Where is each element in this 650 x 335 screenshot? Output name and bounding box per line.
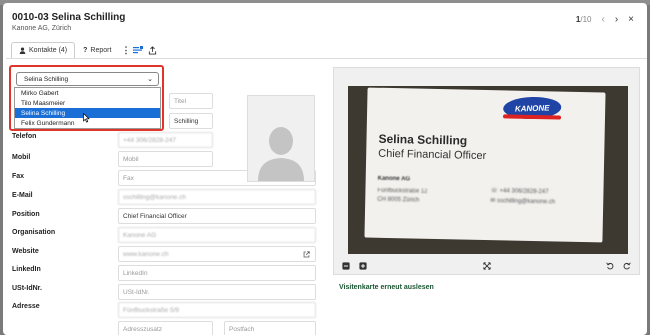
card-address: Fünfbuckstraße 12 CH 8005 Zürich [377,187,427,206]
external-link-icon[interactable] [303,251,310,258]
chevron-left-icon[interactable]: ‹ [601,14,604,24]
linkedin-field[interactable]: LinkedIn [118,265,316,281]
website-field[interactable]: www.kanone.ch [118,246,316,262]
postfach-field[interactable]: Postfach [224,321,316,335]
tab-report[interactable]: ? Report [75,42,120,58]
person-icon [19,47,26,54]
scan-card-icon[interactable] [132,44,144,56]
ustid-field[interactable]: USt-IdNr. [118,284,316,300]
telefon-field[interactable]: +44 306/2828-247 [118,132,213,148]
label-position: Position [12,211,40,218]
card-phone: +44 306/2828-247 [499,188,549,196]
avatar-placeholder-icon [258,127,304,181]
contact-select-highlight: Selina Schilling ⌄ Mirko Gabert Tilo Maa… [9,65,164,131]
rotate-left-icon[interactable] [606,262,614,270]
tab-kontakte[interactable]: Kontakte (4) [11,42,76,58]
more-vertical-icon[interactable]: ⋮ [121,45,130,56]
business-card: KANONE Selina Schilling Chief Financial … [364,87,606,243]
fullscreen-icon[interactable] [483,262,491,270]
zoom-in-icon[interactable] [359,262,367,270]
phone-icon: ☏ [490,188,500,195]
nachname-field[interactable]: Schilling [169,113,213,129]
modal-subtitle: Kanone AG, Zürich [12,25,72,32]
close-icon[interactable]: × [628,14,634,24]
label-mobil: Mobil [12,154,31,161]
label-telefon: Telefon [12,133,37,140]
pager: 1/10 ‹ › × [575,14,634,24]
modal-title: 0010-03 Selina Schilling [12,12,126,23]
organisation-field[interactable]: Kanone AG [118,227,316,243]
label-adresse: Adresse [12,303,40,310]
business-card-panel: KANONE Selina Schilling Chief Financial … [333,67,640,275]
upload-icon[interactable] [146,44,158,56]
business-card-image[interactable]: KANONE Selina Schilling Chief Financial … [348,86,628,254]
label-linkedin: LinkedIn [12,266,41,273]
label-ustid: USt-IdNr. [12,285,42,292]
tab-report-label: Report [90,47,112,54]
zoom-out-icon[interactable] [342,262,350,270]
adresszusatz-field[interactable]: Adresszusatz [118,321,213,335]
reread-card-link[interactable]: Visitenkarte erneut auslesen [339,284,434,291]
contact-option[interactable]: Mirko Gabert [15,88,160,98]
tab-divider [6,58,647,59]
label-website: Website [12,248,39,255]
card-role: Chief Financial Officer [378,147,487,163]
card-company: Kanone AG [377,175,411,183]
mouse-cursor-icon [83,113,90,123]
label-email: E-Mail [12,192,33,199]
contact-photo[interactable] [247,95,315,182]
card-name: Selina Schilling [378,131,468,148]
label-fax: Fax [12,173,25,180]
tab-kontakte-label: Kontakte (4) [29,47,68,54]
email-field[interactable]: sschilling@kanone.ch [118,189,316,205]
question-icon: ? [83,47,88,54]
card-logo-bar [502,114,562,120]
card-email: sschilling@kanone.ch [496,198,556,206]
chevron-down-icon: ⌄ [147,76,153,83]
card-email-row: ✉ sschilling@kanone.ch [490,196,555,207]
rotate-right-icon[interactable] [623,262,631,270]
mobil-field[interactable]: Mobil [118,151,213,167]
tab-bar: Kontakte (4) ? Report ⋮ [11,42,158,58]
pager-count: 1/10 [575,15,592,24]
adresse-field[interactable]: Fünfbuckstraße 5/9 [118,302,316,318]
titel-field[interactable]: Titel [169,93,213,109]
card-contact: ☏ +44 306/2828-247 ✉ sschilling@kanone.c… [490,186,555,207]
contact-option[interactable]: Tilo Maasmeier [15,98,160,108]
chevron-right-icon[interactable]: › [615,14,618,24]
contact-select[interactable]: Selina Schilling ⌄ [16,72,159,86]
position-field[interactable]: Chief Financial Officer [118,208,316,224]
card-city: CH 8005 Zürich [377,196,420,204]
website-value: www.kanone.ch [123,250,169,258]
contact-select-value: Selina Schilling [24,75,69,83]
contact-modal: 0010-03 Selina Schilling Kanone AG, Züri… [3,3,647,335]
label-organisation: Organisation [12,229,56,236]
